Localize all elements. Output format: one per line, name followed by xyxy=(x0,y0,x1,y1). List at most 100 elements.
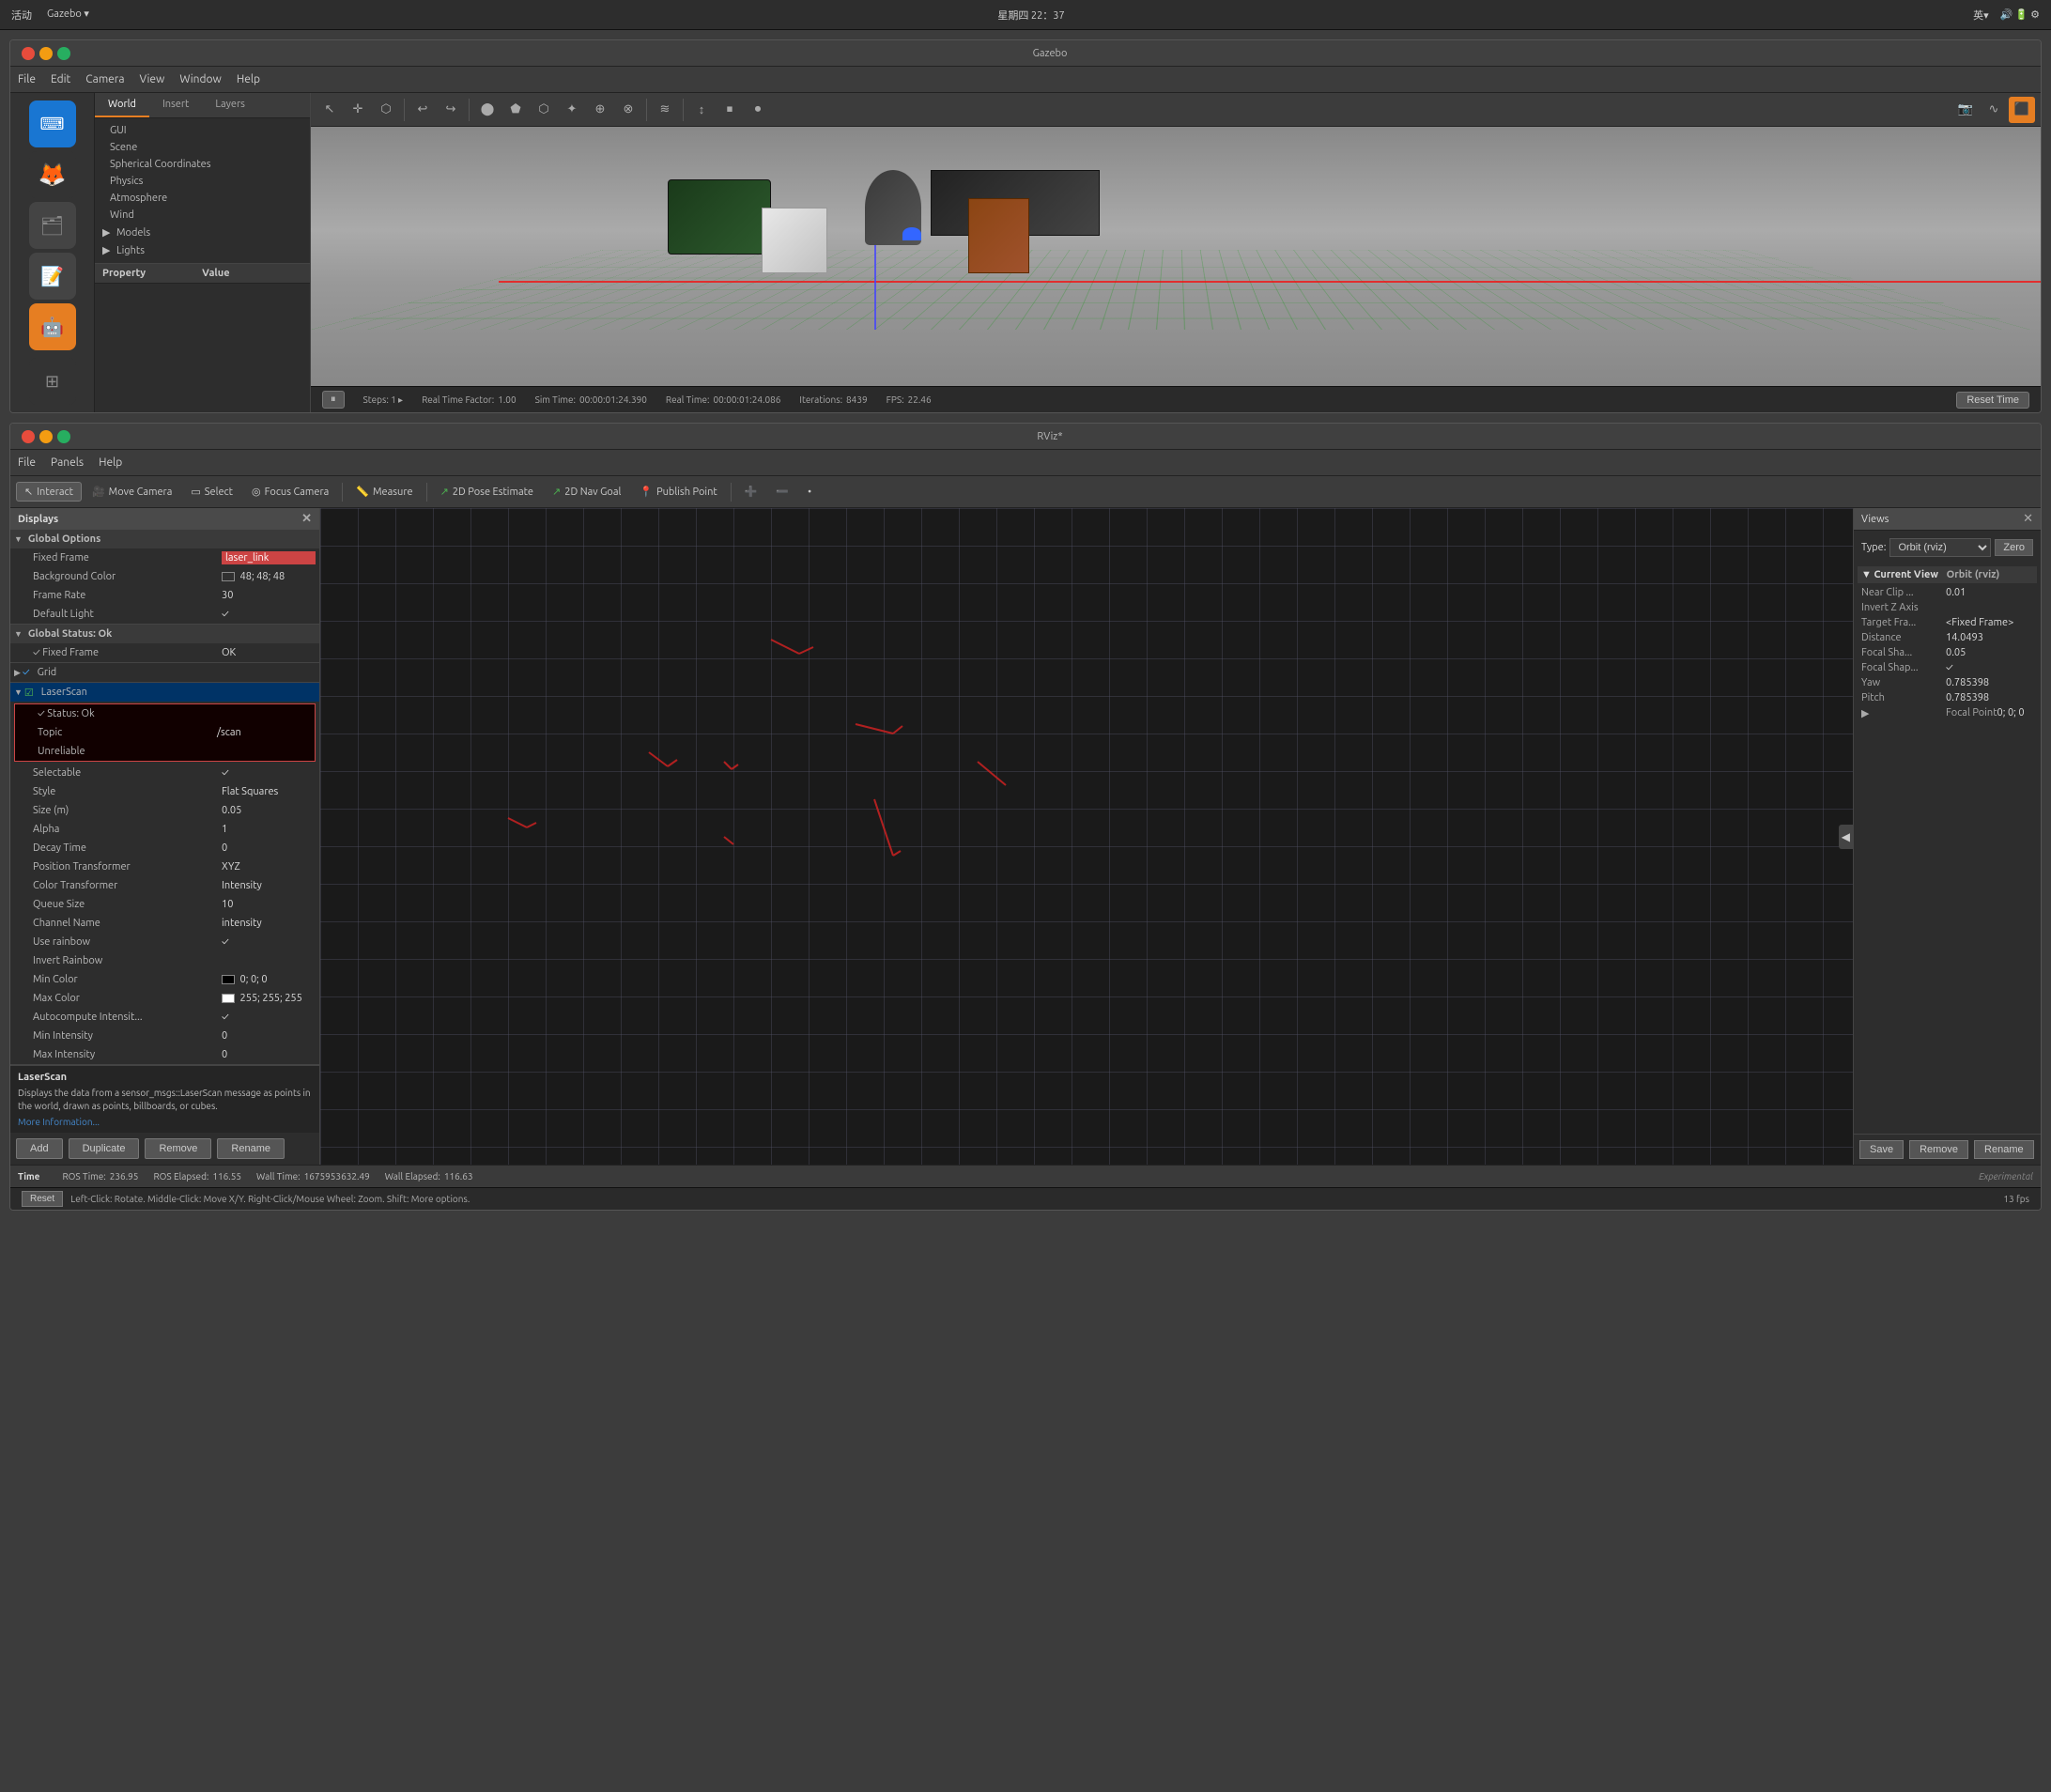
world-tree-sphcoord[interactable]: Spherical Coordinates xyxy=(95,156,310,173)
rviz-tool-publish-point[interactable]: 📍 Publish Point xyxy=(631,482,725,502)
global-status-header[interactable]: ▼ Global Status: Ok xyxy=(10,625,319,643)
rviz-menu-help[interactable]: Help xyxy=(99,456,122,469)
rviz-tool-minus[interactable]: ➖ xyxy=(767,482,797,502)
sys-lang[interactable]: 英▾ xyxy=(1973,8,1989,23)
world-tree-wind[interactable]: Wind xyxy=(95,207,310,224)
rviz-tool-focuscamera[interactable]: ◎ Focus Camera xyxy=(243,482,337,502)
gz-tool-rotate[interactable]: ⬡ xyxy=(373,97,399,123)
min-color-row[interactable]: Min Color 0; 0; 0 xyxy=(10,970,319,989)
gz-reset-btn[interactable]: Reset Time xyxy=(1956,392,2029,409)
use-rainbow-row[interactable]: Use rainbow ✓ xyxy=(10,933,319,951)
gz-tool-snap[interactable]: ↕ xyxy=(688,97,715,123)
laserscan-header[interactable]: ▼ ☑ LaserScan xyxy=(10,683,319,702)
views-zero-btn[interactable]: Zero xyxy=(1995,539,2033,556)
style-row[interactable]: Style Flat Squares xyxy=(10,782,319,801)
gz-act-firefox[interactable]: 🦊 xyxy=(29,151,76,198)
max-intensity-row[interactable]: Max Intensity 0 xyxy=(10,1045,319,1064)
gazebo-close-btn[interactable] xyxy=(22,47,35,60)
gz-tool-undo[interactable]: ↩ xyxy=(409,97,436,123)
gz-tool-translate[interactable]: ✛ xyxy=(345,97,371,123)
gazebo-menu-edit[interactable]: Edit xyxy=(51,73,70,85)
rviz-tool-dot[interactable]: • xyxy=(799,483,820,502)
gz-tool-copy[interactable]: ⏺ xyxy=(745,97,771,123)
duplicate-display-btn[interactable]: Duplicate xyxy=(69,1138,140,1159)
max-color-row[interactable]: Max Color 255; 255; 255 xyxy=(10,989,319,1008)
world-tree-physics[interactable]: Physics xyxy=(95,173,310,190)
gz-tab-insert[interactable]: Insert xyxy=(149,93,202,117)
gazebo-menu-file[interactable]: File xyxy=(18,73,36,85)
views-close-btn[interactable]: ✕ xyxy=(2023,512,2033,526)
rviz-tool-movecamera[interactable]: 🎥 Move Camera xyxy=(84,482,180,502)
rviz-3d-viewport[interactable]: ◀ xyxy=(320,508,1853,1165)
rename-display-btn[interactable]: Rename xyxy=(217,1138,285,1159)
rviz-menu-file[interactable]: File xyxy=(18,456,36,469)
remove-display-btn[interactable]: Remove xyxy=(145,1138,211,1159)
alpha-row[interactable]: Alpha 1 xyxy=(10,820,319,839)
gz-tool-pointlight[interactable]: ✦ xyxy=(559,97,585,123)
gz-tool-dirlight[interactable]: ⊗ xyxy=(615,97,641,123)
gz-act-notes[interactable]: 📝 xyxy=(29,253,76,300)
bg-color-row[interactable]: Background Color 48; 48; 48 xyxy=(10,567,319,586)
world-tree-lights[interactable]: ▶ Lights xyxy=(95,241,310,259)
fixed-frame-row[interactable]: Fixed Frame laser_link xyxy=(10,548,319,567)
gazebo-maximize-btn[interactable] xyxy=(57,47,70,60)
views-remove-btn[interactable]: Remove xyxy=(1909,1140,1968,1159)
rviz-reset-btn[interactable]: Reset xyxy=(22,1191,63,1207)
laserscan-status-row[interactable]: ✓ Status: Ok xyxy=(15,704,315,723)
gz-act-grid[interactable]: ⊞ xyxy=(29,358,76,405)
default-light-row[interactable]: Default Light ✓ xyxy=(10,605,319,624)
more-info-link[interactable]: More Information... xyxy=(18,1117,312,1127)
decay-time-row[interactable]: Decay Time 0 xyxy=(10,839,319,857)
gazebo-viewport[interactable] xyxy=(311,127,2041,386)
gazebo-menu-window[interactable]: Window xyxy=(179,73,221,85)
color-transformer-row[interactable]: Color Transformer Intensity xyxy=(10,876,319,895)
selectable-row[interactable]: Selectable ✓ xyxy=(10,764,319,782)
invert-rainbow-row[interactable]: Invert Rainbow xyxy=(10,951,319,970)
gz-pause-btn[interactable]: ⏸ xyxy=(322,391,345,409)
rviz-tool-pose-estimate[interactable]: ↗ 2D Pose Estimate xyxy=(432,482,542,502)
gz-tool-select[interactable]: ↖ xyxy=(316,97,343,123)
world-tree-scene[interactable]: Scene xyxy=(95,139,310,156)
gz-act-vs[interactable]: ⌨ xyxy=(29,100,76,147)
gz-tool-measure[interactable]: ≋ xyxy=(652,97,678,123)
gazebo-minimize-btn[interactable] xyxy=(39,47,53,60)
views-save-btn[interactable]: Save xyxy=(1859,1140,1904,1159)
gazebo-menu-label[interactable]: Gazebo ▾ xyxy=(47,8,89,23)
pos-transformer-row[interactable]: Position Transformer XYZ xyxy=(10,857,319,876)
world-tree-atmosphere[interactable]: Atmosphere xyxy=(95,190,310,207)
laserscan-topic-row[interactable]: Topic /scan xyxy=(15,723,315,742)
gz-tab-world[interactable]: World xyxy=(95,93,149,117)
gz-tool-screenshot[interactable]: 📷 xyxy=(1952,97,1979,123)
frame-rate-row[interactable]: Frame Rate 30 xyxy=(10,586,319,605)
fixed-frame-status-row[interactable]: ✓ Fixed Frame OK xyxy=(10,643,319,662)
rviz-expand-panel-btn[interactable]: ◀ xyxy=(1839,825,1853,849)
world-tree-gui[interactable]: GUI xyxy=(95,122,310,139)
gz-act-gazebo[interactable]: 🤖 xyxy=(29,303,76,350)
gazebo-menu-help[interactable]: Help xyxy=(237,73,260,85)
displays-close-btn[interactable]: ✕ xyxy=(301,512,312,526)
gz-tool-box[interactable]: ⬤ xyxy=(474,97,501,123)
size-row[interactable]: Size (m) 0.05 xyxy=(10,801,319,820)
add-display-btn[interactable]: Add xyxy=(16,1138,63,1159)
rviz-tool-interact[interactable]: ↖ Interact xyxy=(16,482,82,502)
gazebo-menu-view[interactable]: View xyxy=(140,73,165,85)
rviz-menu-panels[interactable]: Panels xyxy=(51,456,84,469)
autocompute-row[interactable]: Autocompute Intensit... ✓ xyxy=(10,1008,319,1027)
rviz-tool-nav-goal[interactable]: ↗ 2D Nav Goal xyxy=(544,482,629,502)
gz-tool-align[interactable]: ⏹ xyxy=(717,97,743,123)
grid-row[interactable]: ▶ ✓ Grid xyxy=(10,663,319,682)
gz-act-files[interactable]: 🗂 xyxy=(29,202,76,249)
gz-tab-layers[interactable]: Layers xyxy=(202,93,258,117)
queue-size-row[interactable]: Queue Size 10 xyxy=(10,895,319,914)
rviz-tool-select[interactable]: ▭ Select xyxy=(182,482,241,502)
gz-tool-active-highlight[interactable]: ⬛ xyxy=(2009,97,2035,123)
global-options-header[interactable]: ▼ Global Options xyxy=(10,530,319,548)
world-tree-models[interactable]: ▶ Models xyxy=(95,224,310,241)
gz-tool-redo[interactable]: ↪ xyxy=(438,97,464,123)
gz-tool-record[interactable]: ∿ xyxy=(1981,97,2007,123)
views-type-select[interactable]: Orbit (rviz) xyxy=(1889,538,1991,557)
min-intensity-row[interactable]: Min Intensity 0 xyxy=(10,1027,319,1045)
gazebo-menu-camera[interactable]: Camera xyxy=(85,73,124,85)
views-rename-btn[interactable]: Rename xyxy=(1974,1140,2034,1159)
laserscan-unreliable-row[interactable]: Unreliable xyxy=(15,742,315,761)
